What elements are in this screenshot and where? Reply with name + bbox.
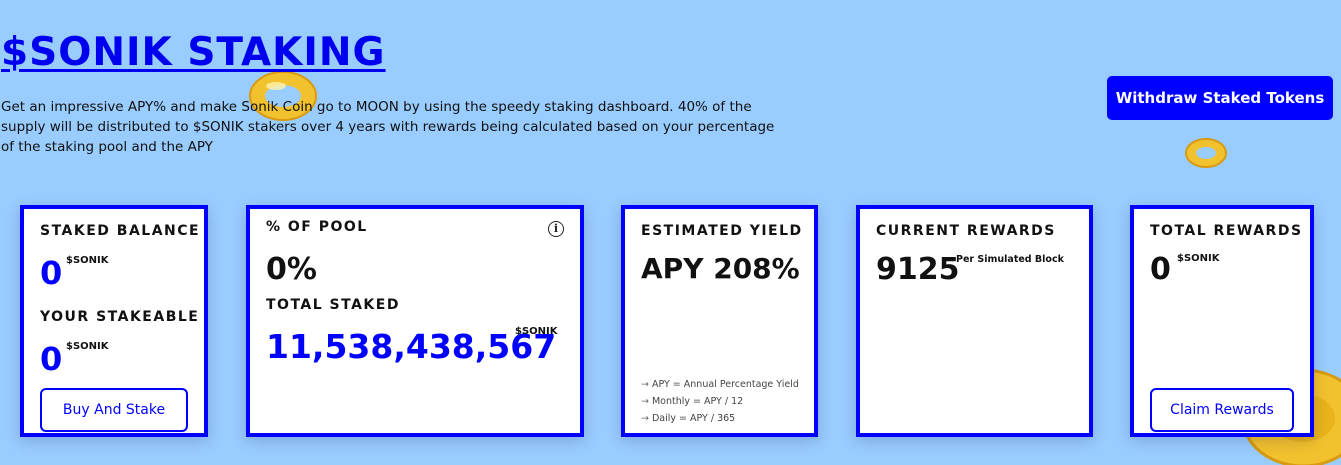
- current-rewards-value: 9125: [876, 252, 960, 287]
- claim-rewards-button[interactable]: Claim Rewards: [1150, 388, 1294, 432]
- yield-note: → APY = Annual Percentage Yield: [641, 379, 799, 390]
- gold-ring-coin-icon: [1185, 138, 1227, 168]
- yield-note: → Monthly = APY / 12: [641, 396, 744, 407]
- pool-percent-value: 0%: [266, 252, 317, 287]
- total-staked-unit: $SONIK: [515, 326, 558, 337]
- staked-balance-card: STAKED BALANCE 0 $SONIK YOUR STAKEABLE 0…: [20, 205, 208, 437]
- total-rewards-label: TOTAL REWARDS: [1150, 223, 1303, 239]
- total-rewards-unit: $SONIK: [1177, 253, 1220, 264]
- staked-balance-label: STAKED BALANCE: [40, 223, 201, 239]
- staked-balance-value: 0: [40, 254, 63, 292]
- total-rewards-value: 0: [1150, 252, 1171, 287]
- total-staked-value: 11,538,438,567: [266, 327, 557, 366]
- stakeable-label: YOUR STAKEABLE: [40, 309, 200, 325]
- current-rewards-unit: Per Simulated Block: [956, 254, 1064, 265]
- estimated-yield-card: ESTIMATED YIELD APY 208% → APY = Annual P…: [621, 205, 818, 437]
- stakeable-unit: $SONIK: [66, 341, 109, 352]
- staked-balance-unit: $SONIK: [66, 255, 109, 266]
- total-rewards-card: TOTAL REWARDS 0 $SONIK Claim Rewards: [1130, 205, 1314, 437]
- page-title: $SONIK STAKING: [1, 30, 386, 75]
- buy-and-stake-button[interactable]: Buy And Stake: [40, 388, 188, 432]
- apy-value: APY 208%: [641, 252, 800, 285]
- page-description: Get an impressive APY% and make Sonik Co…: [1, 99, 775, 155]
- withdraw-staked-tokens-button[interactable]: Withdraw Staked Tokens: [1107, 76, 1333, 120]
- pool-card: % OF POOL i 0% TOTAL STAKED 11,538,438,5…: [246, 205, 584, 437]
- estimated-yield-label: ESTIMATED YIELD: [641, 223, 803, 239]
- total-staked-label: TOTAL STAKED: [266, 297, 400, 313]
- pool-percent-label: % OF POOL: [266, 219, 368, 235]
- stakeable-value: 0: [40, 340, 63, 378]
- yield-notes: → APY = Annual Percentage Yield → Monthly …: [641, 376, 799, 427]
- info-icon[interactable]: i: [548, 221, 564, 237]
- yield-note: → Daily = APY / 365: [641, 413, 736, 424]
- current-rewards-card: CURRENT REWARDS 9125 Per Simulated Block: [856, 205, 1093, 437]
- current-rewards-label: CURRENT REWARDS: [876, 223, 1056, 239]
